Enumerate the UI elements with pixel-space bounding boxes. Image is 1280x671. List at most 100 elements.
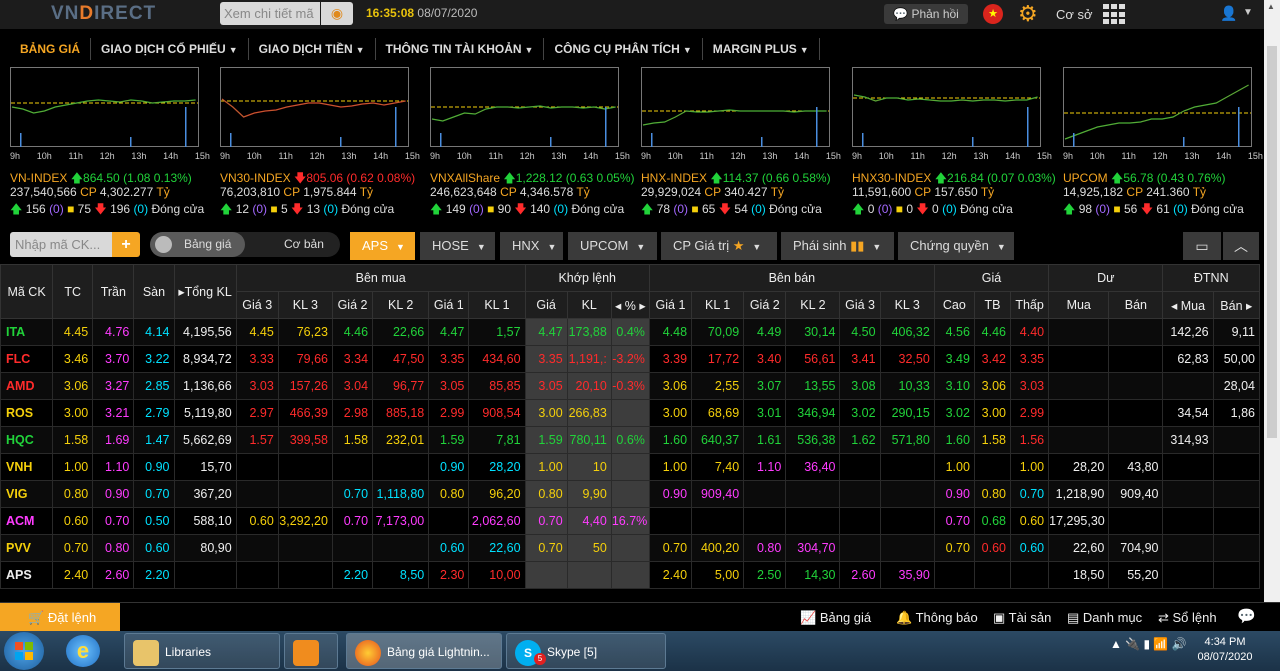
apps-grid-icon[interactable]: [1103, 4, 1125, 25]
taskbar-media-player[interactable]: [284, 633, 338, 669]
index-panel-2[interactable]: 9h 10h 11h 12h 13h 14h 15h VNXAllShare 🡅1,228.…: [430, 67, 640, 217]
taskbar-skype[interactable]: S Skype [5]: [506, 633, 666, 669]
table-row[interactable]: VNH 1.00 1.10 0.90 15,70 0.90 28,20 1.00 10 1.00 7…: [0, 453, 1261, 481]
stock-symbol[interactable]: HQC: [0, 426, 54, 454]
bottom-link-order-book[interactable]: ⇄ Sổ lệnh: [1158, 610, 1217, 626]
stock-symbol[interactable]: APS: [0, 561, 54, 589]
bottom-link-notifications[interactable]: 🔔 Thông báo: [896, 610, 978, 626]
index-intraday-chart[interactable]: [430, 67, 620, 147]
taskbar-firefox[interactable]: Bảng giá Lightnin...: [346, 633, 502, 669]
stock-symbol[interactable]: ROS: [0, 399, 54, 427]
table-row[interactable]: ROS 3.00 3.21 2.79 5,119,80 2.97 466,39 2.98 885…: [0, 399, 1261, 427]
header-col-7[interactable]: Giá 2: [331, 291, 374, 319]
market-tab-1[interactable]: HOSE ▼: [420, 232, 495, 260]
index-intraday-chart[interactable]: [1063, 67, 1253, 147]
header-col-13[interactable]: ◂ % ▸: [610, 291, 650, 319]
menu-item-2[interactable]: GIAO DỊCH TIỀN ▼: [249, 38, 376, 60]
header-col-15[interactable]: KL 1: [691, 291, 745, 319]
header-col-22[interactable]: Thấp: [1010, 291, 1050, 319]
user-icon[interactable]: 👤: [1220, 5, 1237, 22]
eye-icon[interactable]: ◉: [321, 2, 353, 25]
index-panel-0[interactable]: 9h 10h 11h 12h 13h 14h 15h VN-INDEX 🡅864.50 (1…: [10, 67, 220, 217]
table-row[interactable]: ACM 0.60 0.70 0.50 588,10 0.60 3,292,20 0.70 7,1…: [0, 507, 1261, 535]
index-panel-1[interactable]: 9h 10h 11h 12h 13h 14h 15h VN30-INDEX 🡇805.06 …: [220, 67, 430, 217]
header-floor[interactable]: Sàn: [133, 264, 175, 319]
header-col-11[interactable]: Giá: [524, 291, 568, 319]
header-col-12[interactable]: KL: [566, 291, 612, 319]
chevron-up-icon[interactable]: ︿: [1223, 232, 1259, 260]
header-ceiling[interactable]: Trần: [92, 264, 135, 319]
table-row[interactable]: FLC 3.46 3.70 3.22 8,934,72 3.33 79,66 3.34 47,5…: [0, 345, 1261, 373]
account-mode-label[interactable]: Cơ sở: [1056, 7, 1093, 22]
index-panel-4[interactable]: 9h 10h 11h 12h 13h 14h 15h HNX30-INDEX 🡅216.84…: [852, 67, 1062, 217]
table-row[interactable]: AMD 3.06 3.27 2.85 1,136,66 3.03 157,26 3.04 96,…: [0, 372, 1261, 400]
header-symbol[interactable]: Mã CK: [0, 264, 54, 319]
header-col-9[interactable]: Giá 1: [428, 291, 470, 319]
market-tab-2[interactable]: HNX ▼: [500, 232, 563, 260]
header-col-24[interactable]: Bán: [1108, 291, 1164, 319]
menu-item-3[interactable]: THÔNG TIN TÀI KHOẢN ▼: [376, 38, 545, 60]
gear-icon[interactable]: ⚙: [1018, 2, 1038, 26]
header-col-16[interactable]: Giá 2: [743, 291, 787, 319]
windows-start-button[interactable]: [4, 632, 44, 670]
stock-symbol[interactable]: VNH: [0, 453, 54, 481]
header-col-23[interactable]: Mua: [1048, 291, 1110, 319]
stock-symbol[interactable]: ACM: [0, 507, 54, 535]
stock-detail-search-input[interactable]: Xem chi tiết mã: [220, 2, 320, 25]
stock-symbol[interactable]: PVV: [0, 534, 54, 562]
table-row[interactable]: PVV 0.70 0.80 0.60 80,90 0.60 22,60 0.70 50 0.70 4…: [0, 534, 1261, 562]
vietnam-flag-icon[interactable]: ★: [983, 4, 1003, 24]
stock-symbol[interactable]: ITA: [0, 318, 54, 346]
header-col-6[interactable]: KL 3: [277, 291, 333, 319]
index-panel-5[interactable]: 9h 10h 11h 12h 13h 14h 15h UPCOM 🡅56.78 (0.43 …: [1063, 67, 1273, 217]
system-tray[interactable]: ▲ 🔌 ▮ 📶 🔊: [1110, 637, 1187, 651]
chevron-down-icon[interactable]: ▼: [1243, 7, 1253, 18]
header-total-volume[interactable]: ▸Tổng KL: [173, 264, 237, 319]
menu-item-0[interactable]: BẢNG GIÁ: [10, 38, 91, 60]
vndirect-logo[interactable]: VNDIRECT: [51, 3, 156, 25]
header-col-5[interactable]: Giá 3: [235, 291, 279, 319]
table-row[interactable]: APS 2.40 2.60 2.20 2.20 8,50 2.30 10,00 2.40 5,00…: [0, 561, 1261, 589]
header-col-25[interactable]: ◂ Mua: [1162, 291, 1214, 319]
menu-item-5[interactable]: MARGIN PLUS ▼: [703, 38, 820, 60]
add-stock-button[interactable]: +: [112, 232, 140, 257]
monitor-icon[interactable]: ▭: [1183, 232, 1221, 260]
index-intraday-chart[interactable]: [852, 67, 1042, 147]
header-col-17[interactable]: KL 2: [785, 291, 841, 319]
table-row[interactable]: ITA 4.45 4.76 4.14 4,195,56 4.45 76,23 4.46 22,6…: [0, 318, 1261, 346]
index-intraday-chart[interactable]: [10, 67, 200, 147]
taskbar-libraries[interactable]: Libraries: [124, 633, 280, 669]
index-intraday-chart[interactable]: [641, 67, 831, 147]
header-col-26[interactable]: Bán ▸: [1212, 291, 1261, 319]
stock-symbol[interactable]: FLC: [0, 345, 54, 373]
toggle-off-label[interactable]: Cơ bản: [284, 232, 324, 257]
table-row[interactable]: VIG 0.80 0.90 0.70 367,20 0.70 1,118,80 0.80 96,…: [0, 480, 1261, 508]
header-col-20[interactable]: Cao: [933, 291, 975, 319]
bottom-link-portfolio[interactable]: ▤ Danh mục: [1067, 610, 1142, 626]
header-ref[interactable]: TC: [52, 264, 94, 319]
menu-item-1[interactable]: GIAO DỊCH CỔ PHIẾU ▼: [91, 38, 249, 60]
index-intraday-chart[interactable]: [220, 67, 410, 147]
taskbar-clock[interactable]: 4:34 PM 08/07/2020: [1195, 635, 1255, 665]
stock-symbol[interactable]: AMD: [0, 372, 54, 400]
header-col-8[interactable]: KL 2: [372, 291, 430, 319]
header-col-14[interactable]: Giá 1: [648, 291, 693, 319]
market-tab-3[interactable]: UPCOM ▼: [568, 232, 657, 260]
header-col-19[interactable]: KL 3: [879, 291, 935, 319]
market-tab-0[interactable]: APS ▼: [350, 232, 415, 260]
table-row[interactable]: HQC 1.58 1.69 1.47 5,662,69 1.57 399,58 1.58 232…: [0, 426, 1261, 454]
header-col-10[interactable]: KL 1: [468, 291, 526, 319]
market-tab-6[interactable]: Chứng quyền ▼: [898, 232, 1014, 260]
header-col-18[interactable]: Giá 3: [839, 291, 881, 319]
stock-code-input[interactable]: Nhập mã CK...: [10, 232, 112, 257]
board-mode-toggle[interactable]: Bảng giá Cơ bản: [150, 232, 340, 257]
chat-icon[interactable]: 💬: [1237, 607, 1256, 625]
internet-explorer-icon[interactable]: e: [66, 635, 100, 667]
bottom-link-price-board[interactable]: 📈 Bảng giá: [800, 610, 871, 626]
place-order-button[interactable]: 🛒 Đặt lệnh: [0, 603, 120, 632]
market-tab-5[interactable]: Phái sinh ▮▮ ▼: [781, 232, 894, 260]
bottom-link-assets[interactable]: ▣ Tài sản: [993, 610, 1051, 626]
stock-symbol[interactable]: VIG: [0, 480, 54, 508]
index-panel-3[interactable]: 9h 10h 11h 12h 13h 14h 15h HNX-INDEX 🡅114.37 (…: [641, 67, 851, 217]
toggle-on-label[interactable]: Bảng giá: [150, 232, 245, 257]
